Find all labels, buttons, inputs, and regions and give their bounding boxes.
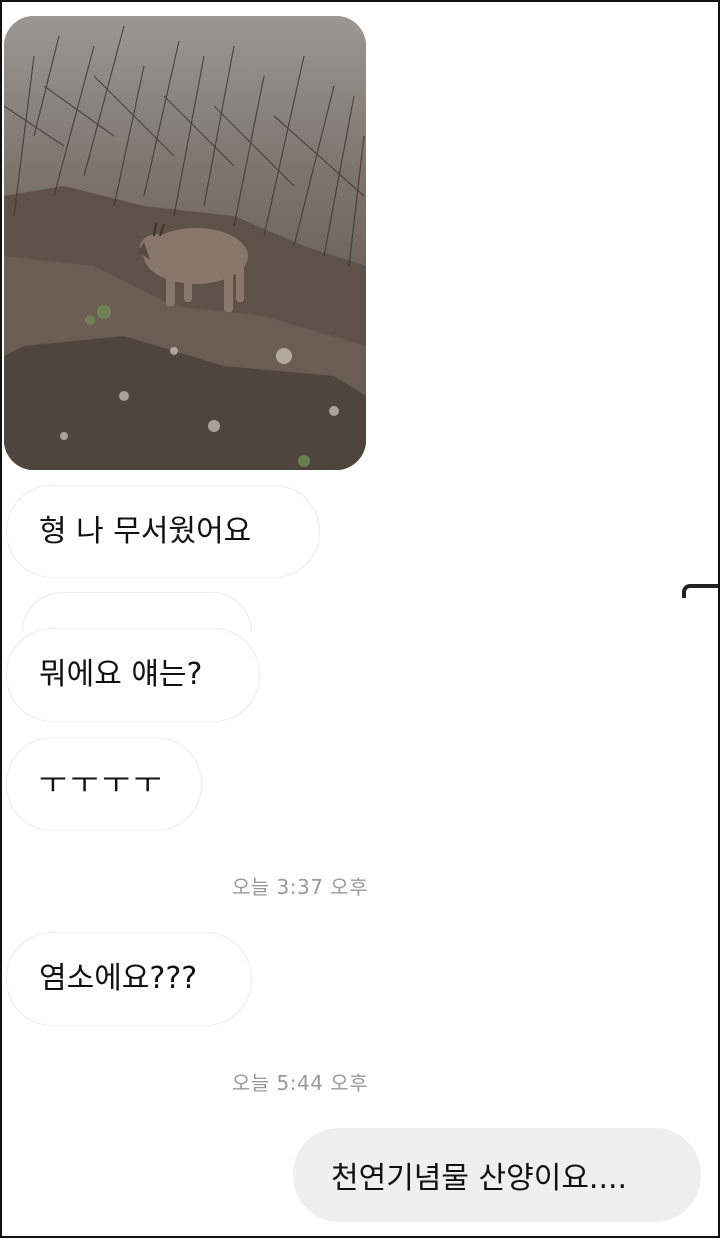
message-bubble-incoming[interactable]: 형 나 무서웠어요 xyxy=(6,485,320,578)
chat-thread: 형 나 무서웠어요 뭐에요 얘는? ㅜㅜㅜㅜ 오늘 3:37 오후 염소에요??… xyxy=(0,0,720,1238)
message-photo[interactable] xyxy=(4,16,366,470)
timestamp: 오늘 3:37 오후 xyxy=(231,875,369,899)
message-text: 뭐에요 얘는? xyxy=(39,657,203,692)
message-text: ㅜㅜㅜㅜ xyxy=(39,766,166,801)
timestamp: 오늘 5:44 오후 xyxy=(231,1071,369,1095)
goral-photo-icon xyxy=(4,16,366,470)
message-bubble-incoming[interactable]: 염소에요??? xyxy=(6,932,252,1026)
message-bubble-incoming[interactable]: ㅜㅜㅜㅜ xyxy=(6,737,202,831)
message-text: 천연기념물 산양이요.... xyxy=(331,1161,628,1196)
side-handle[interactable] xyxy=(682,584,718,598)
message-text: 염소에요??? xyxy=(39,961,198,996)
message-text: 형 나 무서웠어요 xyxy=(39,513,252,549)
bubble-divider xyxy=(22,592,252,632)
message-bubble-incoming[interactable]: 뭐에요 얘는? xyxy=(6,628,260,722)
message-bubble-outgoing[interactable]: 천연기념물 산양이요.... xyxy=(293,1128,701,1222)
